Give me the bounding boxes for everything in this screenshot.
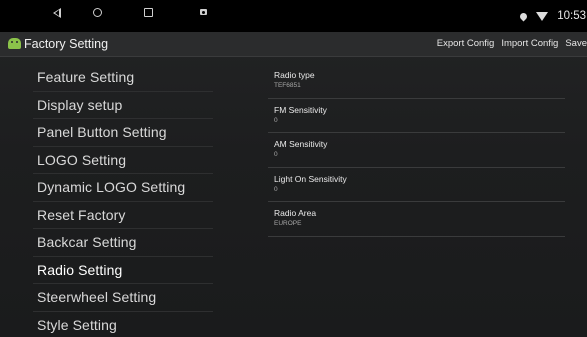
menu-item-panel-button-setting[interactable]: Panel Button Setting	[33, 119, 213, 147]
wifi-icon	[536, 11, 549, 21]
title-bar: Factory Setting Export Config Import Con…	[0, 32, 587, 57]
export-config-button[interactable]: Export Config	[437, 38, 495, 49]
radio-type-row[interactable]: Radio type TEF6851	[268, 64, 565, 99]
clock: 10:53	[557, 10, 586, 22]
location-icon	[518, 11, 529, 21]
menu-item-dynamic-logo-setting[interactable]: Dynamic LOGO Setting	[33, 174, 213, 202]
setting-name: Light On Sensitivity	[274, 173, 347, 184]
menu-item-style-setting[interactable]: Style Setting	[33, 312, 213, 337]
android-app-icon	[8, 38, 21, 49]
setting-name: Radio Area	[274, 208, 317, 218]
setting-value: TEF6851	[274, 82, 301, 89]
settings-menu: Feature Setting Display setup Panel Butt…	[33, 64, 213, 337]
screen: 10:53 Factory Setting Export Config Impo…	[0, 0, 587, 337]
recent-apps-icon[interactable]	[144, 8, 153, 17]
radio-settings-panel: Radio type TEF6851 FM Sensitivity 0 AM S…	[268, 64, 565, 237]
fm-sensitivity-row[interactable]: FM Sensitivity 0	[268, 99, 565, 133]
save-button[interactable]: Save	[565, 38, 587, 49]
light-on-sensitivity-row[interactable]: Light On Sensitivity 0	[268, 168, 565, 202]
status-indicators: 10:53	[518, 0, 587, 32]
setting-value: 0	[274, 116, 278, 124]
menu-item-display-setup[interactable]: Display setup	[33, 92, 213, 119]
status-bar: 10:53	[0, 0, 587, 32]
page-title: Factory Setting	[24, 37, 109, 51]
header-actions: Export Config Import Config Save	[437, 38, 587, 49]
setting-name: Radio type	[274, 70, 315, 80]
menu-item-feature-setting[interactable]: Feature Setting	[33, 64, 213, 92]
back-icon[interactable]	[53, 8, 61, 18]
setting-value: 0	[274, 151, 278, 158]
setting-value: EUROPE	[274, 220, 302, 227]
menu-item-backcar-setting[interactable]: Backcar Setting	[33, 229, 213, 257]
setting-name: FM Sensitivity	[274, 104, 327, 115]
screenshot-icon[interactable]	[200, 9, 207, 15]
menu-item-steerwheel-setting[interactable]: Steerwheel Setting	[33, 284, 213, 312]
menu-item-reset-factory[interactable]: Reset Factory	[33, 202, 213, 229]
menu-item-logo-setting[interactable]: LOGO Setting	[33, 147, 213, 174]
am-sensitivity-row[interactable]: AM Sensitivity 0	[268, 133, 565, 168]
menu-item-radio-setting[interactable]: Radio Setting	[33, 257, 213, 284]
home-icon[interactable]	[93, 8, 102, 17]
import-config-button[interactable]: Import Config	[501, 38, 558, 49]
setting-value: 0	[274, 185, 278, 193]
setting-name: AM Sensitivity	[274, 139, 328, 149]
radio-area-row[interactable]: Radio Area EUROPE	[268, 202, 565, 237]
